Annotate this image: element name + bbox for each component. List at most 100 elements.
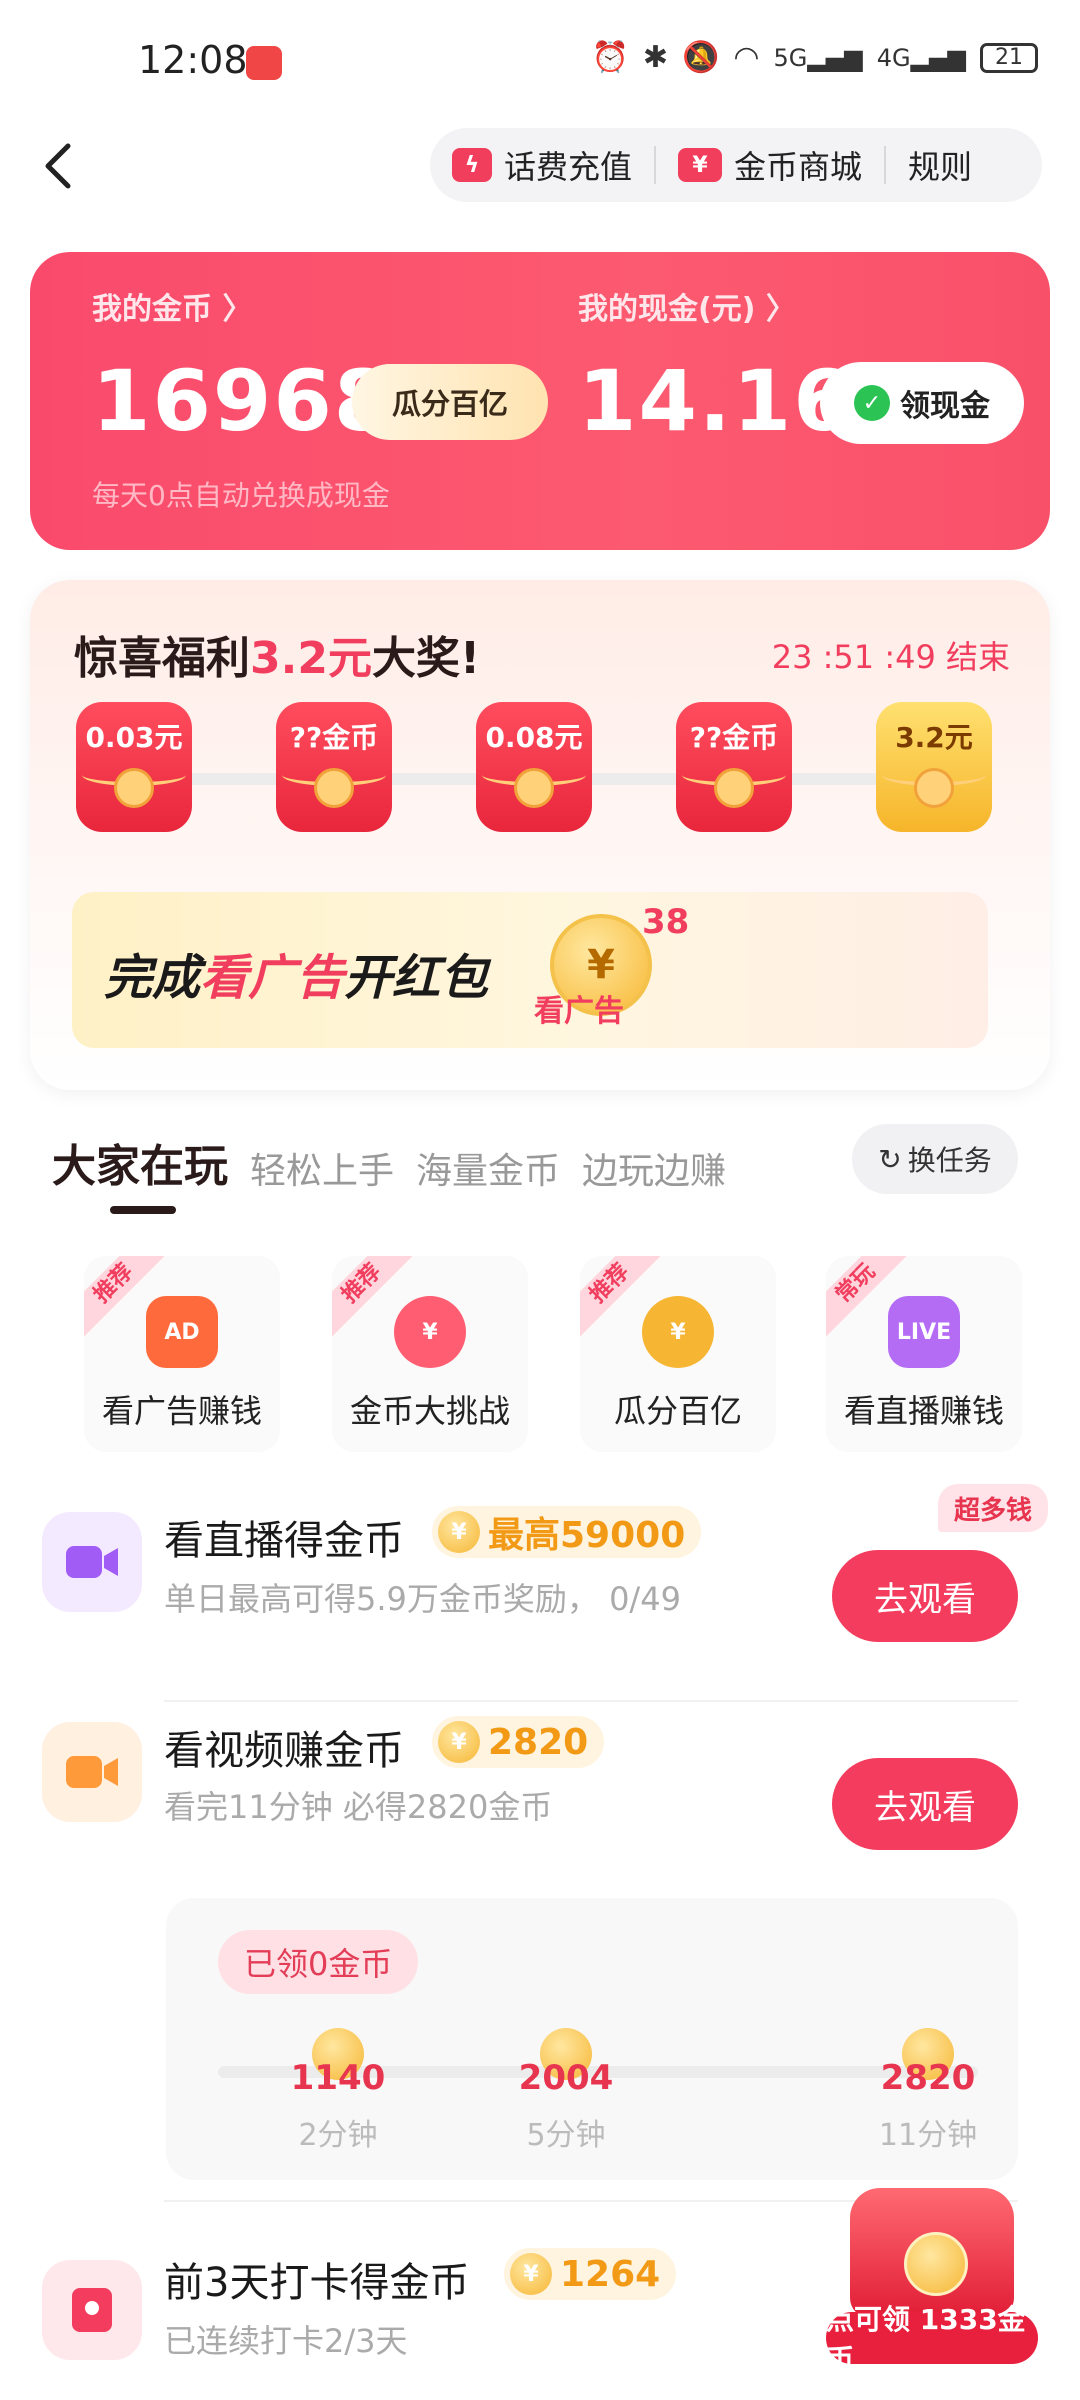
cash-balance: 14.16 [578, 352, 854, 450]
tile-split-billion[interactable]: 推荐 ¥ 瓜分百亿 [580, 1256, 776, 1452]
milestone-time: 5分钟 [526, 2118, 606, 2153]
my-coins-link[interactable]: 我的金币 〉 [92, 284, 252, 328]
status-bar: 12:08 ⏰ ✱ 🔕 ◠ 5G▂▄▆ 4G▂▄▆ 21 [0, 0, 1080, 120]
rules-label: 规则 [908, 148, 973, 186]
headline-part: 开红包 [344, 950, 489, 1006]
tile-label: 看广告赚钱 [101, 1392, 262, 1430]
hand-coin-icon: ¥ [642, 1296, 714, 1368]
tv-ad-icon: AD [146, 1296, 218, 1368]
tab-easy-start[interactable]: 轻松上手 [250, 1142, 394, 1194]
coin-mall-button[interactable]: ¥ 金币商城 [656, 128, 884, 202]
task-subtitle: 看完11分钟 必得2820金币 [164, 1788, 553, 1826]
video-progress-box: 已领0金币 1140 2分钟 2004 5分钟 2820 11分钟 [166, 1898, 1018, 2180]
reward-value: 1264 [560, 2253, 661, 2295]
countdown-timer: 23 :51 :49 结束 [771, 638, 1010, 676]
reward-value: 最高59000 [488, 1515, 686, 1556]
task-subtitle: 单日最高可得5.9万金币奖励， 0/49 [164, 1580, 681, 1618]
ad-coin-count: 38 [642, 902, 690, 942]
coin-icon: ¥ [438, 1721, 480, 1763]
task-title: 看直播得金币 [164, 1518, 404, 1564]
alarm-icon: ⏰ [591, 40, 629, 75]
wifi-icon: ◠ [733, 40, 760, 75]
lock-icon [714, 768, 754, 808]
claimed-coins-bubble: 已领0金币 [218, 1930, 419, 1994]
tile-coin-challenge[interactable]: 推荐 ¥ 金币大挑战 [332, 1256, 528, 1452]
rules-button[interactable]: 规则 [886, 128, 994, 202]
split-billion-pill[interactable]: 瓜分百亿 [352, 364, 548, 440]
back-button[interactable] [34, 136, 84, 196]
gold-packet[interactable]: 3.2元 [876, 702, 992, 832]
milestone-value: 1140 [290, 2058, 386, 2098]
lock-icon [514, 768, 554, 808]
surprise-bonus-card: 惊喜福利3.2元大奖! 23 :51 :49 结束 0.03元 ??金币 0.0… [30, 580, 1050, 1090]
red-packet[interactable]: 0.03元 [76, 702, 192, 832]
tab-massive-coins[interactable]: 海量金币 [416, 1142, 560, 1194]
claim-cash-button[interactable]: ✓ 领现金 [820, 362, 1024, 444]
red-packet[interactable]: 0.08元 [476, 702, 592, 832]
recharge-button[interactable]: ϟ 话费充值 [430, 128, 654, 202]
task-title: 看视频赚金币 [164, 1728, 404, 1774]
money-bag-icon: ¥ [394, 1296, 466, 1368]
task-tabs: 大家在玩 轻松上手 海量金币 边玩边赚 [52, 1130, 726, 1194]
swap-tasks-button[interactable]: ↻ 换任务 [852, 1124, 1018, 1194]
tile-watch-live[interactable]: 常玩 LIVE 看直播赚钱 [826, 1256, 1022, 1452]
divider [164, 1700, 1018, 1702]
tile-watch-ads[interactable]: 推荐 AD 看广告赚钱 [84, 1256, 280, 1452]
coin-icon: ¥ [438, 1511, 480, 1553]
status-icons: ⏰ ✱ 🔕 ◠ 5G▂▄▆ 4G▂▄▆ 21 [591, 40, 1038, 75]
top-actions: ϟ 话费充值 ¥ 金币商城 规则 [430, 128, 1042, 202]
lock-icon [314, 768, 354, 808]
lock-icon [914, 768, 954, 808]
tile-label: 看直播赚钱 [843, 1392, 1004, 1430]
recharge-label: 话费充值 [504, 148, 633, 186]
floating-reward-label[interactable]: 点可领 1333金币 [826, 2303, 1038, 2376]
coin-icon: ¥ [510, 2253, 552, 2295]
watch-ad-banner[interactable]: 完成看广告开红包 ¥ 38 看广告 [72, 892, 988, 1048]
tab-play-and-earn[interactable]: 边玩边赚 [582, 1142, 726, 1194]
video-icon [42, 1722, 142, 1822]
tile-label: 瓜分百亿 [613, 1392, 742, 1430]
packet-label: ??金币 [689, 721, 779, 754]
live-video-icon [42, 1512, 142, 1612]
packet-label: 0.08元 [485, 721, 583, 754]
auto-exchange-note: 每天0点自动兑换成现金 [92, 479, 390, 512]
title-amount: 3.2元 [250, 633, 372, 684]
packet-label: 0.03元 [85, 721, 183, 754]
split-billion-label: 瓜分百亿 [391, 387, 508, 421]
chevron-left-icon [45, 143, 71, 189]
watch-video-button[interactable]: 去观看 [832, 1758, 1018, 1850]
headline-part: 完成 [104, 950, 201, 1006]
coin-icon [904, 2232, 968, 2296]
coin-mall-label: 金币商城 [734, 148, 863, 186]
task-subtitle: 已连续打卡2/3天 [164, 2322, 408, 2360]
reward-badge: ¥ 1264 [504, 2248, 677, 2300]
my-cash-link[interactable]: 我的现金(元) 〉 [578, 284, 796, 328]
title-part: 惊喜福利 [74, 633, 250, 684]
mute-icon: 🔕 [681, 40, 720, 75]
signal-5g-icon: 5G▂▄▆ [773, 43, 863, 72]
watch-ad-headline: 完成看广告开红包 [104, 938, 488, 1008]
red-packet-icon [42, 2260, 142, 2360]
coin-balance: 16968 [92, 352, 395, 450]
floating-reward-chest[interactable]: 点可领 1333金币 [826, 2188, 1038, 2376]
red-packet[interactable]: ??金币 [676, 702, 792, 832]
title-part: 大奖! [371, 633, 481, 684]
wechat-check-icon: ✓ [854, 385, 890, 421]
packet-label: ??金币 [289, 721, 379, 754]
tv-live-icon: LIVE [888, 1296, 960, 1368]
reward-badge: ¥ 2820 [432, 1716, 605, 1768]
super-money-chip: 超多钱 [938, 1484, 1049, 1532]
tab-everyone-playing[interactable]: 大家在玩 [52, 1130, 228, 1194]
lightning-icon: ϟ [452, 148, 492, 182]
milestone-value: 2004 [518, 2058, 614, 2098]
watch-live-button[interactable]: 去观看 [832, 1550, 1018, 1642]
coin-balance-card: 我的金币 〉 16968 瓜分百亿 我的现金(元) 〉 14.16 ✓ 领现金 … [30, 252, 1050, 550]
red-packet[interactable]: ??金币 [276, 702, 392, 832]
headline-highlight: 看广告 [200, 950, 345, 1006]
signal-4g-icon: 4G▂▄▆ [876, 43, 966, 72]
lock-icon [114, 768, 154, 808]
bluetooth-icon: ✱ [642, 40, 668, 75]
task-title: 前3天打卡得金币 [164, 2260, 470, 2306]
watch-ad-label[interactable]: 看广告 [534, 986, 624, 1030]
battery-icon: 21 [980, 42, 1038, 73]
